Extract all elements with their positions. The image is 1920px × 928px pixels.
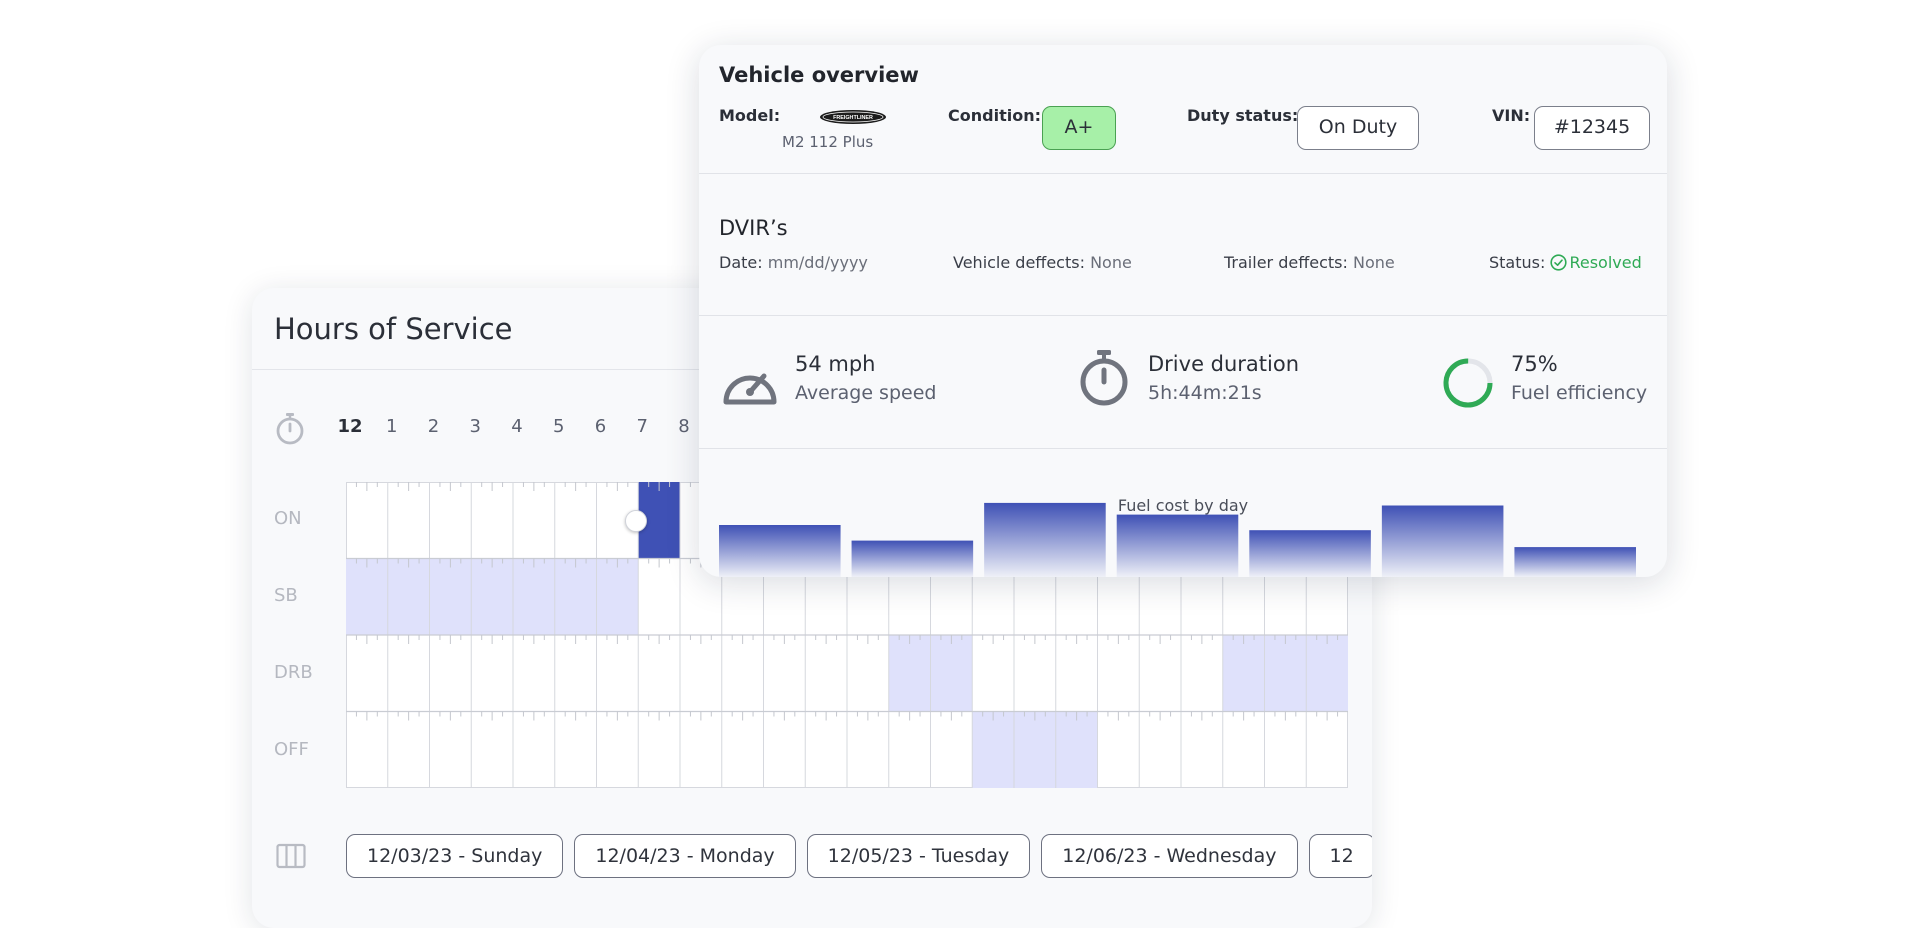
dvir-status-value: Resolved: [1569, 253, 1642, 272]
trailer-defects-value: None: [1352, 253, 1395, 272]
dvir-vehicle-defects: Vehicle deffects: None: [953, 253, 1132, 272]
fuel-cost-bar: [1116, 514, 1239, 577]
dvir-date: Date: mm/dd/yyyy: [719, 253, 868, 272]
brand-logo-text: FREIGHTLINER: [833, 115, 873, 121]
fuel-cost-chart-section: Fuel cost by day: [699, 449, 1667, 577]
vehicle-defects-value: None: [1090, 253, 1132, 272]
average-speed-value: 54 mph: [795, 352, 876, 376]
model-name: M2 112 Plus: [782, 133, 874, 151]
hour-label: 5: [553, 416, 565, 437]
row-label-drb: DRB: [274, 662, 313, 683]
row-label-sb: SB: [274, 585, 298, 606]
speedometer-icon: [723, 373, 777, 405]
stopwatch-icon: [276, 413, 304, 445]
dvir-trailer-defects: Trailer deffects: None: [1224, 253, 1395, 272]
drb-shaded-block: [1222, 635, 1348, 712]
dvir-status: Status: Resolved: [1489, 253, 1642, 272]
fuel-efficiency-value: 75%: [1511, 352, 1558, 376]
hour-label: 2: [427, 416, 440, 437]
duty-status-value[interactable]: On Duty: [1297, 106, 1419, 150]
vehicle-stats-section: 54 mph Average speed Drive duration 5h:4…: [699, 316, 1667, 449]
date-pill-next[interactable]: 12: [1308, 834, 1372, 878]
stopwatch-icon: [1080, 350, 1128, 406]
fuel-cost-bar: [1249, 530, 1371, 577]
timeline-drag-handle[interactable]: [625, 510, 647, 532]
hour-label: 12: [337, 416, 363, 437]
dvir-title: DVIR’s: [719, 216, 788, 240]
hour-label: 8: [678, 416, 690, 437]
hour-label: 4: [511, 416, 523, 437]
hour-label: 7: [636, 416, 648, 437]
columns-icon[interactable]: [276, 843, 306, 869]
vin-value[interactable]: #12345: [1534, 106, 1650, 150]
vehicle-overview-title: Vehicle overview: [719, 63, 919, 87]
fuel-cost-bar: [984, 502, 1106, 577]
fuel-efficiency-ring: [1443, 358, 1493, 408]
fuel-cost-chart: [719, 502, 1636, 577]
date-selector: 12/03/23 - Sunday 12/04/23 - Monday 12/05/…: [346, 834, 1372, 878]
vehicle-summary-section: Vehicle overview Model: FREIGHTLINER M2 …: [699, 45, 1667, 174]
dvir-date-label: Date:: [719, 253, 763, 272]
vin-label: VIN:: [1492, 106, 1531, 125]
vehicle-defects-label: Vehicle deffects:: [953, 253, 1085, 272]
row-label-on: ON: [274, 508, 302, 529]
sb-shaded-block: [346, 558, 639, 635]
condition-label: Condition:: [948, 106, 1041, 125]
fuel-cost-bar: [719, 525, 841, 577]
vehicle-overview-card: Vehicle overview Model: FREIGHTLINER M2 …: [699, 45, 1667, 577]
model-label: Model:: [719, 106, 781, 125]
date-pill-monday[interactable]: 12/04/23 - Monday: [574, 834, 796, 878]
date-pill-sunday[interactable]: 12/03/23 - Sunday: [346, 834, 564, 878]
duty-status-label: Duty status:: [1187, 106, 1299, 125]
fuel-cost-bar: [1381, 505, 1504, 577]
date-pill-wednesday[interactable]: 12/06/23 - Wednesday: [1041, 834, 1298, 878]
fuel-efficiency-label: Fuel efficiency: [1511, 382, 1648, 404]
dvir-section: DVIR’s Date: mm/dd/yyyy Vehicle deffects…: [699, 174, 1667, 316]
average-speed-label: Average speed: [795, 382, 937, 404]
trailer-defects-label: Trailer deffects:: [1224, 253, 1348, 272]
hour-label: 3: [469, 416, 481, 437]
check-circle-icon: [1550, 254, 1568, 271]
freightliner-logo-icon: FREIGHTLINER: [820, 110, 886, 124]
off-shaded-block: [972, 711, 1098, 788]
dvir-date-value: mm/dd/yyyy: [767, 253, 868, 272]
row-label-off: OFF: [274, 739, 309, 760]
dvir-status-label: Status:: [1489, 253, 1546, 272]
hour-label: 1: [386, 416, 398, 437]
drive-duration-title: Drive duration: [1148, 352, 1300, 376]
date-pill-tuesday[interactable]: 12/05/23 - Tuesday: [806, 834, 1031, 878]
hour-label: 6: [594, 416, 607, 437]
drive-duration-value: 5h:44m:21s: [1148, 382, 1262, 404]
fuel-cost-bar: [1514, 547, 1636, 577]
condition-badge: A+: [1042, 106, 1116, 150]
fuel-cost-bar: [851, 540, 974, 577]
